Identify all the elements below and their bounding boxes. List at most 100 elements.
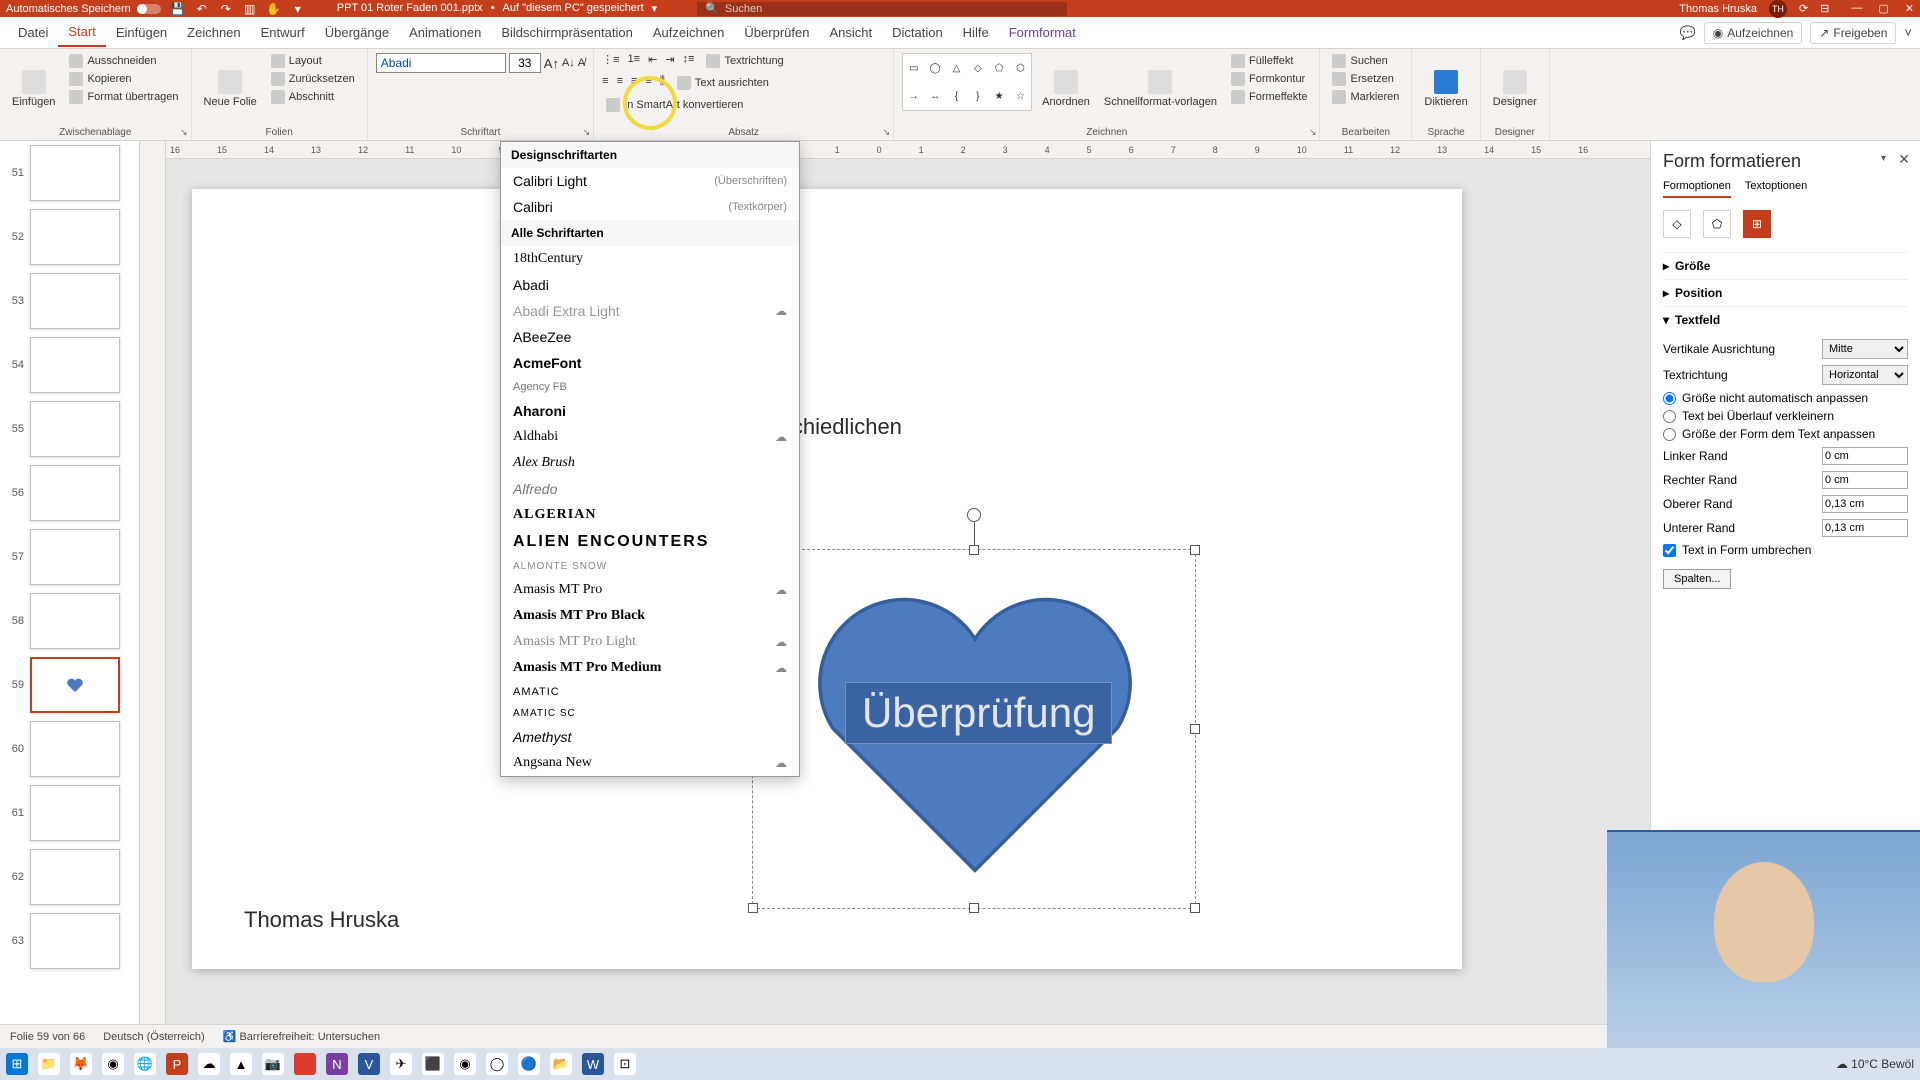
checkbox-icon[interactable] (1663, 544, 1676, 557)
pane-tab-form[interactable]: Formoptionen (1663, 180, 1731, 198)
layout-button[interactable]: Layout (267, 53, 359, 69)
autofit-resize[interactable]: Größe der Form dem Text anpassen (1663, 427, 1908, 441)
font-dropdown[interactable]: Designschriftarten Calibri Light(Übersch… (500, 141, 800, 777)
record-button[interactable]: ◉Aufzeichnen (1704, 22, 1803, 44)
touch-icon[interactable]: ✋ (267, 2, 281, 16)
line-spacing-icon[interactable]: ↕≡ (683, 53, 695, 69)
font-item[interactable]: Aldhabi☁ (501, 424, 799, 450)
columns-icon[interactable]: ⫼ (660, 75, 665, 91)
quick-styles-button[interactable]: Schnellformat-vorlagen (1100, 53, 1221, 125)
author-text[interactable]: Thomas Hruska (244, 907, 399, 933)
decrease-font-icon[interactable]: A↓ (562, 57, 575, 69)
resize-handle[interactable] (748, 903, 758, 913)
undo-icon[interactable]: ↶ (195, 2, 209, 16)
align-text-button[interactable]: Text ausrichten (673, 75, 773, 91)
section-position[interactable]: ▸Position (1663, 279, 1908, 306)
new-slide-button[interactable]: Neue Folie (200, 53, 261, 125)
left-margin-input[interactable] (1822, 447, 1908, 465)
font-item[interactable]: Amasis MT Pro☁ (501, 577, 799, 603)
text-direction-button[interactable]: Textrichtung (702, 53, 787, 69)
align-right-icon[interactable]: ≡ (631, 75, 637, 91)
sync-icon[interactable]: ⟳ (1799, 2, 1808, 15)
find-button[interactable]: Suchen (1328, 53, 1403, 69)
ribbon-display-icon[interactable]: ⊟ (1820, 2, 1829, 15)
tab-animationen[interactable]: Animationen (399, 19, 491, 46)
slideshow-icon[interactable]: ▥ (243, 2, 257, 16)
numbering-icon[interactable]: 1≡ (628, 53, 641, 69)
tab-ueberpruefen[interactable]: Überprüfen (734, 19, 819, 46)
saved-location[interactable]: Auf "diesem PC" gespeichert (503, 2, 644, 15)
increase-font-icon[interactable]: A↑ (544, 56, 559, 71)
pane-tab-text[interactable]: Textoptionen (1745, 180, 1807, 198)
slide-thumb-63[interactable]: 63 (6, 913, 133, 969)
maximize-icon[interactable]: ▢ (1878, 2, 1888, 15)
chrome-icon[interactable]: ◉ (102, 1053, 124, 1075)
dialog-launcher-icon[interactable]: ↘ (1309, 127, 1317, 138)
size-properties-icon[interactable]: ⊞ (1743, 210, 1771, 238)
radio-icon[interactable] (1663, 410, 1676, 423)
align-left-icon[interactable]: ≡ (602, 75, 608, 91)
justify-icon[interactable]: ≡ (645, 75, 651, 91)
radio-icon[interactable] (1663, 428, 1676, 441)
tab-formformat[interactable]: Formformat (999, 19, 1086, 46)
share-button[interactable]: ↗Freigeben (1810, 22, 1896, 44)
tab-hilfe[interactable]: Hilfe (953, 19, 999, 46)
dialog-launcher-icon[interactable]: ↘ (883, 127, 891, 138)
slide-thumb-62[interactable]: 62 (6, 849, 133, 905)
slide-thumb-57[interactable]: 57 (6, 529, 133, 585)
font-item[interactable]: Abadi (501, 272, 799, 298)
edge-icon[interactable]: 🌐 (134, 1053, 156, 1075)
resize-handle[interactable] (1190, 724, 1200, 734)
radio-icon[interactable] (1663, 392, 1676, 405)
arrange-button[interactable]: Anordnen (1038, 53, 1094, 125)
section-textfeld[interactable]: ▾Textfeld (1663, 306, 1908, 333)
text-direction-select[interactable]: Horizontal (1822, 365, 1908, 385)
dictate-button[interactable]: Diktieren (1420, 53, 1471, 125)
close-pane-icon[interactable]: ✕ (1898, 151, 1910, 168)
qat-dropdown-icon[interactable]: ▾ (291, 2, 305, 16)
heart-text[interactable]: Überprüfung (845, 682, 1112, 744)
pane-options-icon[interactable]: ▾ (1881, 153, 1886, 164)
obs-icon[interactable]: ◉ (454, 1053, 476, 1075)
telegram-icon[interactable]: ✈ (390, 1053, 412, 1075)
replace-button[interactable]: Ersetzen (1328, 71, 1403, 87)
tab-uebergaenge[interactable]: Übergänge (315, 19, 399, 46)
app-icon[interactable]: 📂 (550, 1053, 572, 1075)
font-name-input[interactable] (376, 53, 506, 73)
chevron-down-icon[interactable]: ▾ (652, 2, 658, 15)
accessibility-status[interactable]: ♿ Barrierefreiheit: Untersuchen (223, 1030, 380, 1043)
shape-effects-button[interactable]: Formeffekte (1227, 89, 1312, 105)
slide-thumb-59[interactable]: 59 (6, 657, 133, 713)
font-item[interactable]: AMATIC SC (501, 703, 799, 724)
autosave-toggle[interactable]: Automatisches Speichern (6, 3, 161, 15)
select-button[interactable]: Markieren (1328, 89, 1403, 105)
font-item[interactable]: Amethyst (501, 724, 799, 750)
save-icon[interactable]: 💾 (171, 2, 185, 16)
font-item[interactable]: ALGERIAN (501, 502, 799, 528)
close-icon[interactable]: ✕ (1905, 2, 1914, 15)
bottom-margin-input[interactable] (1822, 519, 1908, 537)
copy-button[interactable]: Kopieren (65, 71, 182, 87)
fill-line-icon[interactable]: ◇ (1663, 210, 1691, 238)
tab-datei[interactable]: Datei (8, 19, 58, 46)
decrease-indent-icon[interactable]: ⇤ (648, 53, 657, 69)
minimize-icon[interactable]: — (1851, 2, 1862, 15)
slide-thumb-61[interactable]: 61 (6, 785, 133, 841)
tab-ansicht[interactable]: Ansicht (819, 19, 882, 46)
increase-indent-icon[interactable]: ⇥ (665, 53, 674, 69)
font-item[interactable]: Agency FB (501, 376, 799, 398)
toggle-switch-icon[interactable] (137, 4, 161, 14)
comments-icon[interactable]: 💬 (1680, 25, 1696, 41)
language-status[interactable]: Deutsch (Österreich) (103, 1031, 204, 1043)
tab-start[interactable]: Start (58, 18, 105, 47)
doc-name[interactable]: PPT 01 Roter Faden 001.pptx (337, 2, 483, 15)
app-icon[interactable]: ◯ (486, 1053, 508, 1075)
format-painter-button[interactable]: Format übertragen (65, 89, 182, 105)
columns-button[interactable]: Spalten... (1663, 569, 1731, 589)
slide-thumb-51[interactable]: 51 (6, 145, 133, 201)
resize-handle[interactable] (1190, 903, 1200, 913)
shapes-gallery[interactable]: ▭◯△◇⬠⬡ →↔{}★☆ (902, 53, 1032, 111)
tab-zeichnen[interactable]: Zeichnen (177, 19, 250, 46)
tab-einfuegen[interactable]: Einfügen (106, 19, 177, 46)
slide-thumb-56[interactable]: 56 (6, 465, 133, 521)
